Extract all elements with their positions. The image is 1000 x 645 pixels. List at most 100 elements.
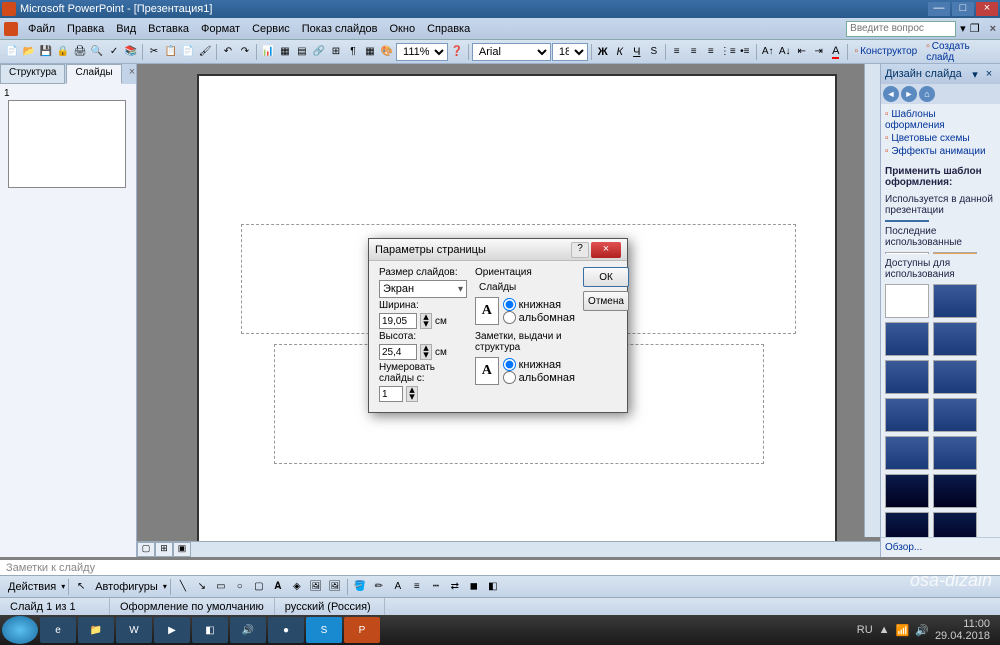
- menu-format[interactable]: Формат: [195, 21, 246, 37]
- width-spinner[interactable]: ▴▾: [420, 313, 432, 329]
- help-dropdown-icon[interactable]: ▾: [960, 22, 966, 35]
- shadow-icon[interactable]: S: [646, 43, 662, 61]
- tray-icon[interactable]: ▲: [879, 624, 890, 636]
- menu-insert[interactable]: Вставка: [142, 21, 195, 37]
- cancel-button[interactable]: Отмена: [583, 291, 629, 311]
- tab-outline[interactable]: Структура: [0, 64, 65, 84]
- designer-link[interactable]: Конструктор: [851, 46, 922, 57]
- save-icon[interactable]: 💾: [38, 43, 54, 61]
- start-button[interactable]: [2, 616, 38, 644]
- cut-icon[interactable]: ✂: [146, 43, 162, 61]
- align-left-icon[interactable]: ≡: [669, 43, 685, 61]
- tray-date[interactable]: 29.04.2018: [935, 630, 990, 642]
- browse-link[interactable]: Обзор...: [881, 537, 1000, 557]
- textbox-icon[interactable]: ▢: [250, 578, 268, 596]
- line-style-icon[interactable]: ≡: [408, 578, 426, 596]
- vertical-scrollbar[interactable]: [864, 64, 880, 537]
- chart-icon[interactable]: 📊: [260, 43, 276, 61]
- expand-icon[interactable]: ⊞: [328, 43, 344, 61]
- arrow-style-icon[interactable]: ⇄: [446, 578, 464, 596]
- radio-slides-landscape[interactable]: [503, 311, 516, 324]
- template-thumb[interactable]: [885, 284, 929, 318]
- dash-style-icon[interactable]: ┅: [427, 578, 445, 596]
- line-icon[interactable]: ╲: [174, 578, 192, 596]
- taskpane-close-icon[interactable]: ×: [982, 68, 996, 80]
- clipart-icon[interactable]: 🖼: [307, 578, 325, 596]
- 3d-style-icon[interactable]: ◧: [484, 578, 502, 596]
- normal-view-icon[interactable]: ▢: [137, 542, 155, 557]
- new-file-icon[interactable]: 📄: [4, 43, 20, 61]
- slide-thumbnail-1[interactable]: [8, 100, 126, 188]
- task-skype[interactable]: S: [306, 617, 342, 643]
- tray-time[interactable]: 11:00: [935, 618, 990, 630]
- open-icon[interactable]: 📂: [21, 43, 37, 61]
- ok-button[interactable]: ОК: [583, 267, 629, 287]
- print-icon[interactable]: 🖨: [72, 43, 88, 61]
- tab-slides[interactable]: Слайды: [66, 64, 121, 84]
- menu-view[interactable]: Вид: [110, 21, 142, 37]
- template-thumb[interactable]: [933, 474, 977, 508]
- menu-slideshow[interactable]: Показ слайдов: [296, 21, 384, 37]
- template-thumb[interactable]: [885, 398, 929, 432]
- undo-icon[interactable]: ↶: [220, 43, 236, 61]
- color-icon[interactable]: 🎨: [379, 43, 395, 61]
- bullets-icon[interactable]: •≡: [737, 43, 753, 61]
- task-word[interactable]: W: [116, 617, 152, 643]
- task-ie[interactable]: e: [40, 617, 76, 643]
- number-spinner[interactable]: ▴▾: [406, 386, 418, 402]
- template-thumb[interactable]: [885, 436, 929, 470]
- taskpane-dropdown-icon[interactable]: ▾: [968, 68, 982, 81]
- slideshow-view-icon[interactable]: ▣: [173, 542, 191, 557]
- align-right-icon[interactable]: ≡: [703, 43, 719, 61]
- menu-edit[interactable]: Правка: [61, 21, 110, 37]
- task-powerpoint[interactable]: P: [344, 617, 380, 643]
- grid-icon[interactable]: ▦: [362, 43, 378, 61]
- radio-notes-landscape[interactable]: [503, 371, 516, 384]
- dialog-help-icon[interactable]: ?: [571, 242, 589, 258]
- doc-close-button[interactable]: ×: [990, 23, 996, 35]
- paste-icon[interactable]: 📄: [180, 43, 196, 61]
- nav-forward-icon[interactable]: ►: [901, 86, 917, 102]
- radio-slides-portrait[interactable]: [503, 298, 516, 311]
- tray-lang[interactable]: RU: [857, 624, 873, 636]
- template-thumb[interactable]: [885, 512, 929, 537]
- height-spinner[interactable]: ▴▾: [420, 344, 432, 360]
- show-formatting-icon[interactable]: ¶: [345, 43, 361, 61]
- underline-icon[interactable]: Ч: [629, 43, 645, 61]
- dialog-close-icon[interactable]: ×: [591, 242, 621, 258]
- nav-back-icon[interactable]: ◄: [883, 86, 899, 102]
- zoom-combo[interactable]: 111%: [396, 43, 448, 61]
- template-thumb[interactable]: [933, 322, 977, 356]
- hyperlink-icon[interactable]: 🔗: [311, 43, 327, 61]
- minimize-button[interactable]: —: [928, 2, 950, 16]
- line-color-icon[interactable]: ✏: [370, 578, 388, 596]
- maximize-button[interactable]: □: [952, 2, 974, 16]
- research-icon[interactable]: 📚: [123, 43, 139, 61]
- align-center-icon[interactable]: ≡: [686, 43, 702, 61]
- spell-icon[interactable]: ✓: [106, 43, 122, 61]
- link-animation[interactable]: Эффекты анимации: [885, 145, 996, 158]
- help-icon[interactable]: ❓: [449, 43, 465, 61]
- decrease-font-icon[interactable]: A↓: [777, 43, 793, 61]
- sorter-view-icon[interactable]: ⊞: [155, 542, 173, 557]
- autoshapes-menu[interactable]: Автофигуры: [91, 581, 162, 593]
- tray-network-icon[interactable]: 📶: [896, 624, 910, 637]
- diagram-icon[interactable]: ◈: [288, 578, 306, 596]
- template-thumb[interactable]: [885, 360, 929, 394]
- table-icon[interactable]: ▦: [277, 43, 293, 61]
- numbering-icon[interactable]: ⋮≡: [720, 43, 736, 61]
- close-button[interactable]: ×: [976, 2, 998, 16]
- template-thumb[interactable]: [933, 436, 977, 470]
- link-color-schemes[interactable]: Цветовые схемы: [885, 132, 996, 145]
- task-explorer[interactable]: 📁: [78, 617, 114, 643]
- rectangle-icon[interactable]: ▭: [212, 578, 230, 596]
- template-thumb[interactable]: [885, 322, 929, 356]
- increase-indent-icon[interactable]: ⇥: [811, 43, 827, 61]
- tray-sound-icon[interactable]: 🔊: [915, 624, 929, 637]
- tables-borders-icon[interactable]: ▤: [294, 43, 310, 61]
- fontsize-combo[interactable]: 18: [552, 43, 588, 61]
- font-combo[interactable]: Arial: [472, 43, 551, 61]
- font-color-icon[interactable]: A: [828, 43, 844, 61]
- help-search-input[interactable]: [846, 21, 956, 37]
- template-thumb[interactable]: [885, 474, 929, 508]
